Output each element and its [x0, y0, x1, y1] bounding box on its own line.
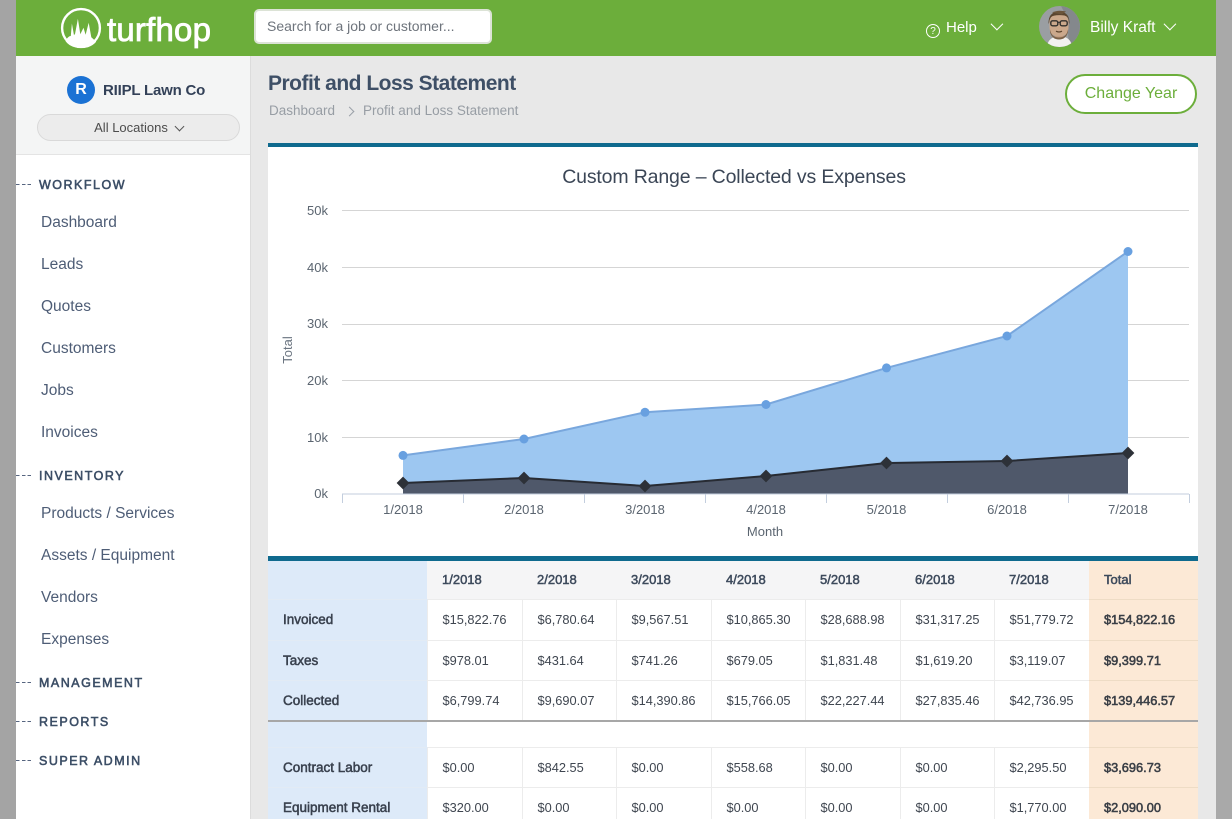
svg-text:0k: 0k [314, 486, 328, 501]
svg-text:Custom Range – Collected vs Ex: Custom Range – Collected vs Expenses [562, 166, 906, 188]
svg-text:30k: 30k [307, 316, 328, 331]
svg-text:3/2018: 3/2018 [625, 502, 665, 517]
svg-text:5/2018: 5/2018 [867, 502, 907, 517]
svg-text:2/2018: 2/2018 [504, 502, 544, 517]
svg-text:10k: 10k [307, 430, 328, 445]
svg-text:20k: 20k [307, 373, 328, 388]
svg-text:4/2018: 4/2018 [746, 502, 786, 517]
svg-text:6/2018: 6/2018 [987, 502, 1027, 517]
svg-text:40k: 40k [307, 260, 328, 275]
svg-text:Total: Total [280, 336, 295, 364]
svg-text:50k: 50k [307, 203, 328, 218]
svg-text:Month: Month [747, 524, 783, 539]
svg-text:1/2018: 1/2018 [383, 502, 423, 517]
svg-text:7/2018: 7/2018 [1108, 502, 1148, 517]
